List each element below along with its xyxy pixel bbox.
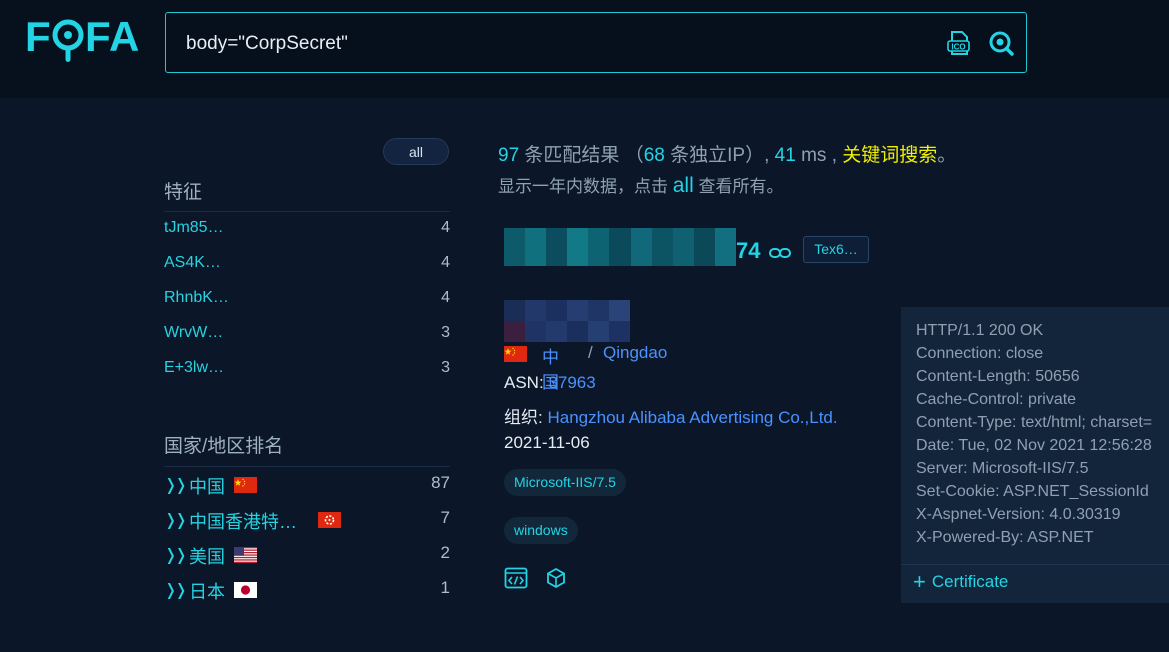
logo-letter-f1: F bbox=[25, 13, 52, 60]
note-suffix: 查看所有。 bbox=[698, 177, 784, 196]
open-paren: （ bbox=[624, 145, 644, 166]
country-divider bbox=[164, 466, 450, 467]
host-link[interactable]: 74 bbox=[736, 238, 760, 264]
double-chevron-right-icon: ❭❭ bbox=[164, 582, 188, 599]
logo-letter-a: A bbox=[109, 13, 141, 60]
redacted-title bbox=[504, 300, 630, 342]
result-date: 2021-11-06 bbox=[504, 433, 590, 452]
result-summary: 97 条匹配结果 （68 条独立IP）, 41 ms , 关键词搜索。 bbox=[498, 140, 956, 167]
header-line: Server: Microsoft-IIS/7.5 bbox=[916, 460, 1089, 477]
matches-label: 条匹配结果 bbox=[524, 145, 620, 166]
product-chip[interactable]: Microsoft-IIS/7.5 bbox=[504, 469, 626, 496]
fofa-logo[interactable]: F F A bbox=[25, 14, 145, 64]
features-divider bbox=[164, 211, 450, 212]
header-lines: HTTP/1.1 200 OK Connection: close Conten… bbox=[916, 319, 1152, 549]
feature-count: 4 bbox=[441, 254, 450, 271]
org-link[interactable]: Hangzhou Alibaba Advertising Co.,Ltd. bbox=[547, 408, 837, 427]
unique-ip-count: 68 bbox=[643, 145, 665, 166]
unique-ip-label: 条独立IP）, bbox=[670, 145, 770, 166]
location-separator: / bbox=[588, 343, 593, 362]
header-line: HTTP/1.1 200 OK bbox=[916, 322, 1044, 339]
country-row-jp[interactable]: ❭❭ 日本 1 bbox=[164, 578, 450, 604]
features-title: 特征 bbox=[164, 182, 203, 203]
search-icon[interactable] bbox=[988, 30, 1014, 56]
country-name: 日本 bbox=[189, 582, 225, 602]
hong-kong-flag-icon bbox=[318, 512, 341, 528]
feature-row[interactable]: AS4K… 4 bbox=[164, 254, 450, 278]
search-box: ICO bbox=[165, 12, 1027, 73]
asn-link[interactable]: 37963 bbox=[548, 373, 595, 392]
feature-row[interactable]: E+3lw… 3 bbox=[164, 359, 450, 383]
feature-label: RhnbK… bbox=[164, 289, 229, 306]
japan-flag-icon bbox=[234, 582, 257, 598]
cube-icon[interactable] bbox=[544, 567, 568, 589]
all-filter-button[interactable]: all bbox=[383, 138, 449, 165]
country-ranking-title: 国家/地区排名 bbox=[164, 436, 284, 457]
http-headers-panel: HTTP/1.1 200 OK Connection: close Conten… bbox=[901, 307, 1169, 603]
city-link[interactable]: Qingdao bbox=[603, 343, 667, 363]
country-row-hk[interactable]: ❭❭ 中国香港特… 7 bbox=[164, 508, 450, 534]
logo-pin-icon bbox=[52, 19, 84, 62]
country-count: 87 bbox=[431, 473, 450, 492]
title-tag[interactable]: Tex6… bbox=[803, 236, 869, 263]
country-name: 中国香港特… bbox=[189, 512, 297, 532]
feature-row[interactable]: WrvW… 3 bbox=[164, 324, 450, 348]
certificate-label: Certificate bbox=[931, 572, 1009, 591]
header-line: Connection: close bbox=[916, 345, 1044, 362]
china-flag-icon bbox=[504, 346, 527, 362]
org-label: 组织: bbox=[504, 408, 543, 427]
certificate-toggle[interactable]: + Certificate bbox=[913, 569, 1008, 595]
usa-flag-icon bbox=[234, 547, 257, 563]
query-time: 41 bbox=[774, 145, 796, 166]
feature-label: E+3lw… bbox=[164, 359, 225, 376]
feature-count: 4 bbox=[441, 219, 450, 236]
os-chip[interactable]: windows bbox=[504, 517, 578, 544]
feature-label: tJm85… bbox=[164, 219, 224, 236]
double-chevron-right-icon: ❭❭ bbox=[164, 477, 188, 494]
country-count: 2 bbox=[440, 543, 450, 562]
feature-row[interactable]: tJm85… 4 bbox=[164, 219, 450, 243]
summary-end: 。 bbox=[937, 145, 957, 166]
feature-row[interactable]: RhnbK… 4 bbox=[164, 289, 450, 313]
double-chevron-right-icon: ❭❭ bbox=[164, 547, 188, 564]
country-row-us[interactable]: ❭❭ 美国 2 bbox=[164, 543, 450, 569]
header-line: X-Aspnet-Version: 4.0.30319 bbox=[916, 506, 1121, 523]
double-chevron-right-icon: ❭❭ bbox=[164, 512, 188, 529]
asn-label: ASN: bbox=[504, 373, 544, 392]
total-results: 97 bbox=[498, 145, 520, 166]
org-line: 组织: Hangzhou Alibaba Advertising Co.,Ltd… bbox=[504, 403, 838, 428]
link-icon[interactable] bbox=[769, 246, 791, 260]
header-line: Content-Length: 50656 bbox=[916, 368, 1080, 385]
country-name: 美国 bbox=[189, 547, 225, 567]
result-note: 显示一年内数据，点击 all 查看所有。 bbox=[498, 172, 783, 198]
country-count: 7 bbox=[440, 508, 450, 527]
header-line: Set-Cookie: ASP.NET_SessionId bbox=[916, 483, 1149, 500]
country-count: 1 bbox=[440, 578, 450, 597]
logo-letter-f2: F bbox=[85, 13, 112, 60]
feature-count: 3 bbox=[441, 359, 450, 376]
time-unit: ms , bbox=[801, 145, 837, 166]
plus-icon: + bbox=[913, 569, 926, 594]
country-row-cn[interactable]: ❭❭ 中国 87 bbox=[164, 473, 450, 499]
keyword-search-link[interactable]: 关键词搜索 bbox=[842, 145, 937, 166]
note-prefix: 显示一年内数据，点击 bbox=[498, 177, 668, 196]
header-line: X-Powered-By: ASP.NET bbox=[916, 529, 1094, 546]
code-view-icon[interactable] bbox=[504, 567, 528, 589]
feature-count: 3 bbox=[441, 324, 450, 341]
redacted-host bbox=[504, 228, 737, 266]
search-input[interactable] bbox=[184, 29, 928, 59]
asn-line: ASN: 37963 bbox=[504, 373, 596, 393]
icon-search-button[interactable]: ICO bbox=[946, 30, 972, 56]
china-flag-icon bbox=[234, 477, 257, 493]
show-all-link[interactable]: all bbox=[673, 174, 694, 197]
feature-label: WrvW… bbox=[164, 324, 224, 341]
header-line: Content-Type: text/html; charset= bbox=[916, 414, 1153, 431]
header-line: Cache-Control: private bbox=[916, 391, 1077, 408]
feature-label: AS4K… bbox=[164, 254, 221, 271]
svg-text:ICO: ICO bbox=[951, 43, 965, 52]
country-name: 中国 bbox=[189, 477, 225, 497]
header-line: Date: Tue, 02 Nov 2021 12:56:28 bbox=[916, 437, 1152, 454]
certificate-divider bbox=[901, 564, 1169, 565]
feature-count: 4 bbox=[441, 289, 450, 306]
